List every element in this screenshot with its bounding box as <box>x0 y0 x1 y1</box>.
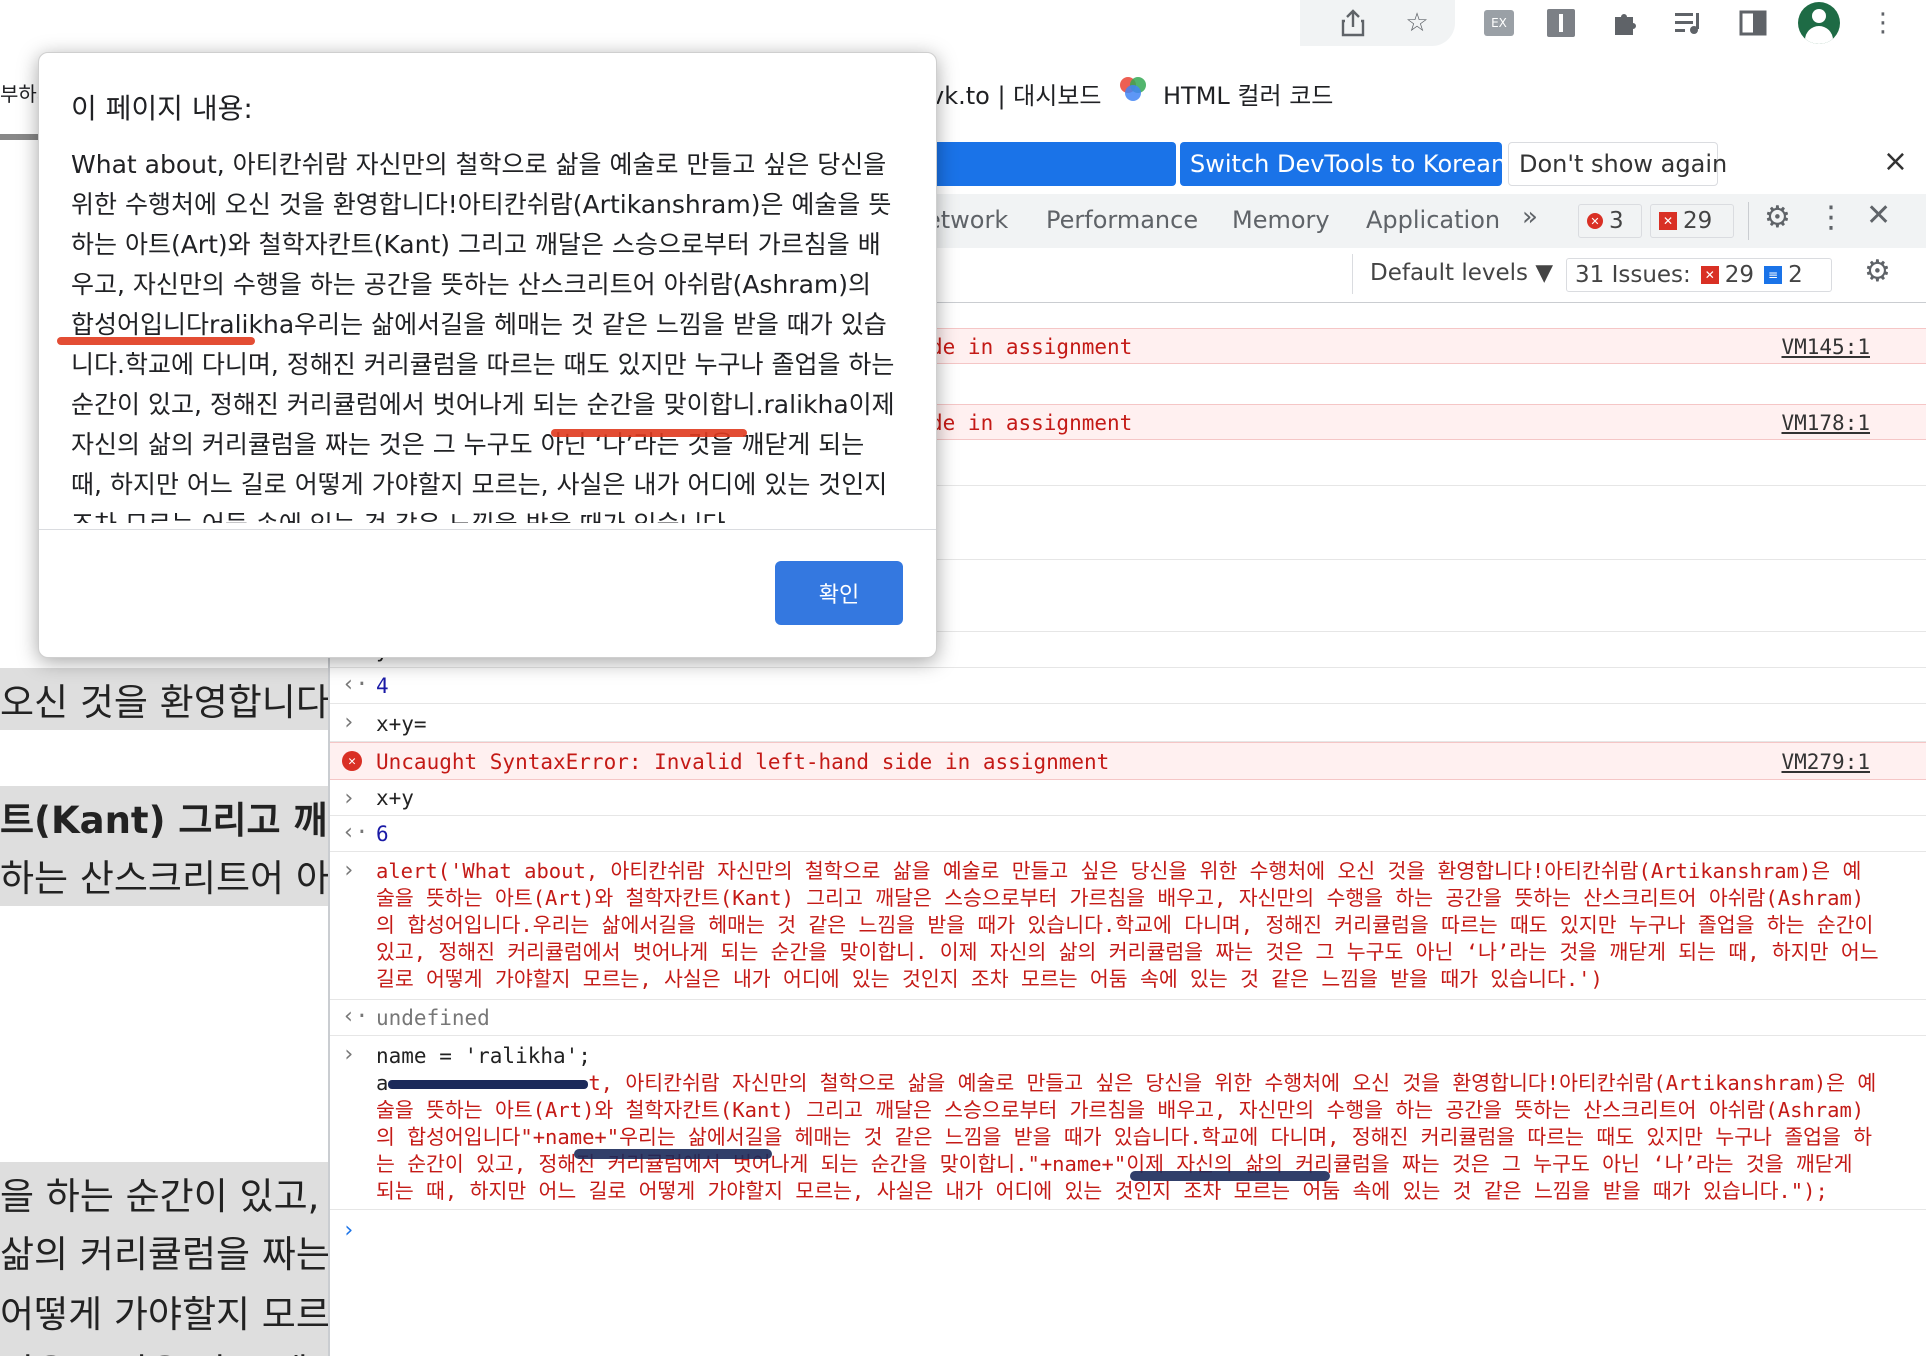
console-input-row: › x+y= <box>330 704 1926 742</box>
issue-count-badge[interactable]: ✕ 29 <box>1650 204 1734 238</box>
color-wheel-icon <box>1118 74 1148 110</box>
tab-network[interactable]: etwork <box>926 206 1008 234</box>
red-strike-annotation <box>551 429 747 437</box>
ex-extension-icon[interactable]: EX <box>1482 6 1516 40</box>
source-link[interactable]: VM279:1 <box>1781 750 1870 774</box>
more-vert-icon[interactable]: ⋮ <box>1816 200 1846 235</box>
tab-performance[interactable]: Performance <box>1046 206 1198 234</box>
console-input-row: › x+y <box>330 780 1926 816</box>
console-input-row: › alert('What about, 아티칸쉬람 자신만의 철학으로 삶을 … <box>330 852 1926 1000</box>
console-prompt-row[interactable]: › <box>330 1210 1926 1270</box>
page-text-line: 기은 느끼은 바으 때가 <box>0 1338 328 1356</box>
page-text-line: 하는 산스크리트어 아 <box>0 844 328 906</box>
ok-button[interactable]: 확인 <box>775 561 903 625</box>
error-message: de in assignment <box>930 411 1133 435</box>
error-circle-icon: ✕ <box>342 751 362 771</box>
console-settings-gear-icon[interactable]: ⚙ <box>1864 254 1891 289</box>
default-levels-dropdown[interactable]: Default levels ▼ <box>1370 260 1553 286</box>
result-arrow-icon: ‹· <box>342 820 369 845</box>
issue-flag-icon: ✕ <box>1700 266 1719 284</box>
error-message: Uncaught SyntaxError: Invalid left-hand … <box>376 750 1110 774</box>
source-link[interactable]: VM178:1 <box>1781 411 1870 435</box>
redaction-scribble <box>574 1149 772 1159</box>
result-arrow-icon: ‹· <box>342 672 369 697</box>
page-text-line: 삶의 커리큘럼을 짜는 <box>0 1220 328 1282</box>
error-circle-icon: ✕ <box>1587 213 1603 229</box>
input-chevron-icon: › <box>342 786 356 811</box>
console-input: x+y <box>376 786 414 810</box>
input-chevron-icon: › <box>342 858 356 883</box>
issues-summary-button[interactable]: 31 Issues: ✕ 29 ≡ 2 <box>1566 258 1832 292</box>
dialog-message: What about, 아티칸쉬람 자신만의 철학으로 삶을 예술로 만들고 싶… <box>71 150 895 523</box>
console-input-row: › name = 'ralikha'; a t, 아티칸쉬람 자신만의 철학으로 … <box>330 1036 1926 1210</box>
console-input-alert: a t, 아티칸쉬람 자신만의 철학으로 삶을 예술로 만들고 싶은 당신을 위한… <box>376 1070 1880 1205</box>
i-extension-icon[interactable] <box>1544 6 1578 40</box>
share-icon[interactable] <box>1336 6 1370 40</box>
puzzle-icon[interactable] <box>1608 6 1642 40</box>
issue-flag-icon: ✕ <box>1659 212 1677 230</box>
browser-toolbar: ☆ EX ⋮ <box>0 0 1926 46</box>
prompt-chevron-icon: › <box>342 1218 356 1243</box>
side-panel-icon[interactable] <box>1736 6 1770 40</box>
console-input: x+y= <box>376 712 427 736</box>
dialog-title: 이 페이지 내용: <box>71 92 253 125</box>
error-count: 3 <box>1609 208 1624 234</box>
issues-label: 31 Issues: <box>1575 262 1691 288</box>
error-count-badge[interactable]: ✕ 3 <box>1578 204 1642 238</box>
tab-application[interactable]: Application <box>1366 206 1500 234</box>
settings-gear-icon[interactable]: ⚙ <box>1764 200 1791 235</box>
issues-info-count: 2 <box>1788 262 1803 288</box>
source-link[interactable]: VM145:1 <box>1781 335 1870 359</box>
close-devtools-icon[interactable]: ✕ <box>1866 198 1891 233</box>
bookmark-dashboard[interactable]: vk.to | 대시보드 <box>930 76 1102 111</box>
avatar[interactable] <box>1798 2 1840 44</box>
redaction-scribble <box>1130 1171 1330 1181</box>
console-result-row: ‹· 4 <box>330 668 1926 704</box>
console-result: undefined <box>376 1006 490 1030</box>
red-underline-annotation <box>57 337 255 345</box>
close-icon[interactable]: × <box>1883 144 1908 179</box>
issues-error-count: 29 <box>1724 262 1755 288</box>
alert-dialog: 이 페이지 내용: What about, 아티칸쉬람 자신만의 철학으로 삶을… <box>38 52 937 658</box>
page-tab-indicator <box>0 134 40 140</box>
console-error-row: ✕ Uncaught SyntaxError: Invalid left-han… <box>330 742 1926 780</box>
redaction-scribble <box>388 1079 589 1089</box>
console-input-name: name = 'ralikha'; <box>376 1044 591 1068</box>
dialog-separator <box>39 529 936 530</box>
alert-prefix: a <box>376 1071 389 1095</box>
issue-count: 29 <box>1683 208 1713 234</box>
media-queue-icon[interactable] <box>1672 6 1706 40</box>
console-input: alert('What about, 아티칸쉬람 자신만의 철학으로 삶을 예술… <box>376 859 1879 991</box>
console-result-row: ‹· 6 <box>330 816 1926 852</box>
console-result-row: ‹· undefined <box>330 1000 1926 1036</box>
info-message-icon: ≡ <box>1764 266 1783 284</box>
bookmark-html-colors[interactable]: HTML 컬러 코드 <box>1163 76 1333 111</box>
console-result: 4 <box>376 674 389 698</box>
console-result: 6 <box>376 822 389 846</box>
error-message: de in assignment <box>930 335 1133 359</box>
page-text-line: 을 하는 순간이 있고, <box>0 1162 328 1224</box>
more-tabs-icon[interactable]: » <box>1522 202 1538 232</box>
input-chevron-icon: › <box>342 1042 356 1067</box>
tab-memory[interactable]: Memory <box>1232 206 1330 234</box>
alert-rest: t, 아티칸쉬람 자신만의 철학으로 삶을 예술로 만들고 싶은 당신을 위한 … <box>376 1071 1877 1203</box>
switch-language-button[interactable]: Switch DevTools to Korean <box>1180 142 1506 186</box>
result-arrow-icon: ‹· <box>342 1004 369 1029</box>
divider <box>1748 202 1749 240</box>
input-chevron-icon: › <box>342 710 356 735</box>
page-text-line: 어떻게 가야할지 모르 <box>0 1280 328 1342</box>
star-icon[interactable]: ☆ <box>1400 6 1434 40</box>
page-text-line: 트(Kant) 그리고 깨달 <box>0 786 328 848</box>
page-text-line: 오신 것을 환영합니다! <box>0 668 328 730</box>
more-vert-icon[interactable]: ⋮ <box>1866 6 1900 40</box>
dont-show-again-button[interactable]: Don't show again <box>1508 142 1727 186</box>
